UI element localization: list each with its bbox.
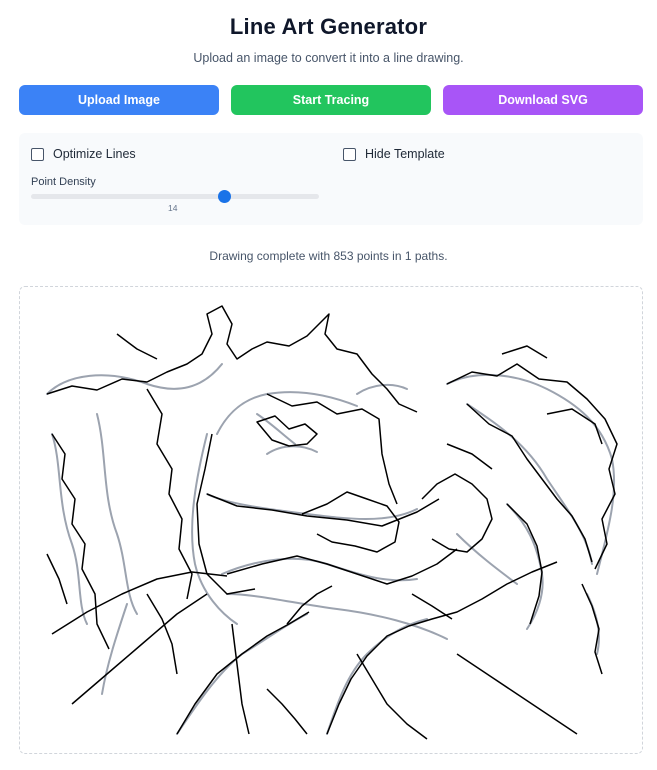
drawing-canvas[interactable] bbox=[27, 294, 627, 746]
point-density-slider[interactable] bbox=[31, 190, 319, 203]
optimize-lines-checkbox[interactable] bbox=[31, 147, 44, 161]
page-title: Line Art Generator bbox=[229, 14, 428, 39]
download-svg-button[interactable]: Download SVG bbox=[443, 85, 643, 115]
point-density-value: 14 bbox=[168, 203, 178, 213]
page-subtitle: Upload an image to convert it into a lin… bbox=[193, 51, 464, 65]
status-message: Drawing complete with 853 points in 1 pa… bbox=[209, 249, 448, 263]
start-tracing-button[interactable]: Start Tracing bbox=[231, 85, 431, 115]
slider-thumb[interactable] bbox=[217, 190, 231, 203]
drawing-canvas-container bbox=[19, 286, 643, 754]
hide-template-checkbox[interactable] bbox=[343, 147, 356, 161]
optimize-lines-option[interactable]: Optimize Lines bbox=[31, 147, 136, 161]
horse-line-art-image bbox=[46, 305, 618, 740]
point-density-label: Point Density bbox=[31, 176, 96, 188]
options-panel: Optimize Lines Hide Template Point Densi… bbox=[19, 133, 643, 225]
hide-template-label: Hide Template bbox=[365, 147, 445, 161]
hide-template-option[interactable]: Hide Template bbox=[343, 147, 445, 161]
optimize-lines-label: Optimize Lines bbox=[53, 147, 136, 161]
upload-image-button[interactable]: Upload Image bbox=[19, 85, 219, 115]
